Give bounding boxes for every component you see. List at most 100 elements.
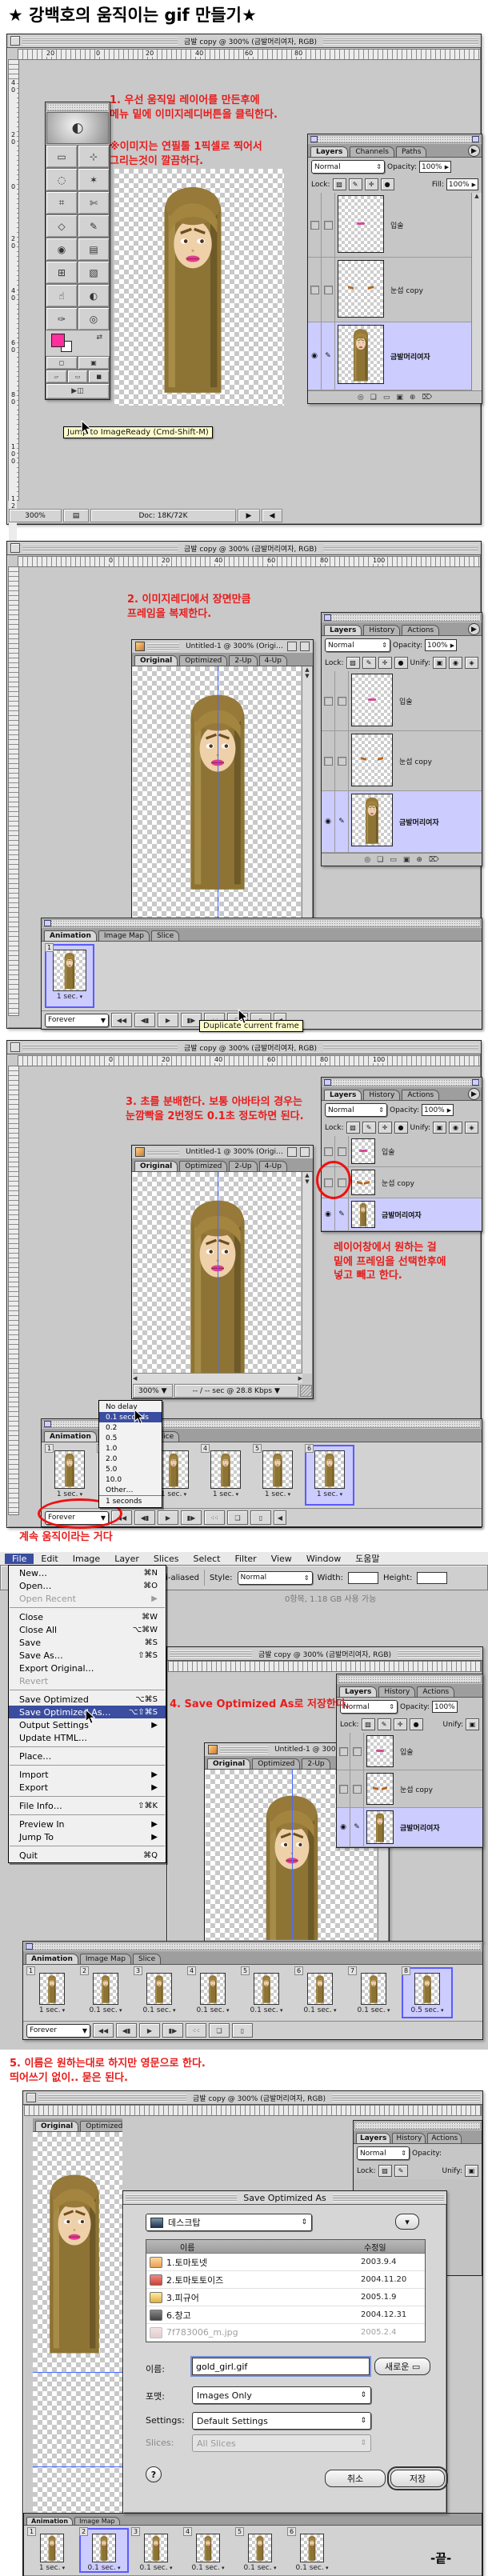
animation-frame[interactable]: 5 0.1 sec.: [241, 1967, 292, 2018]
filename-input[interactable]: [192, 2358, 370, 2375]
layer-row-brows[interactable]: 눈섭 copy: [322, 731, 482, 791]
palette-button-icon[interactable]: ▣: [403, 856, 410, 864]
tab-layers[interactable]: Layers: [356, 2133, 390, 2143]
frame-delay-select[interactable]: 1 sec.: [253, 1490, 302, 1498]
tab-4up[interactable]: 4-Up: [259, 1161, 287, 1171]
visibility-cell[interactable]: [322, 671, 335, 730]
delay-menu-item[interactable]: 1.0: [99, 1443, 162, 1454]
delay-menu-item[interactable]: 1 seconds: [99, 1495, 162, 1506]
style-select[interactable]: Normal⇕: [238, 1571, 313, 1585]
palette-drag-bar[interactable]: [354, 2122, 481, 2130]
swap-colors-icon[interactable]: ⇄: [96, 334, 102, 342]
file-menu-item[interactable]: Save As… ⇧⌘S: [9, 1649, 166, 1662]
layer-row-hair-selected[interactable]: ◉ ✎ 금발머리여자: [308, 322, 472, 390]
layer-name[interactable]: 금발머리여자: [378, 1198, 422, 1230]
tab-4up[interactable]: 4-Up: [259, 655, 287, 666]
menu-bar-item[interactable]: Edit: [34, 1554, 65, 1564]
palette-drag-bar[interactable]: [322, 614, 481, 622]
foreground-color-swatch[interactable]: [51, 334, 65, 347]
file-menu-item[interactable]: Export Original…: [9, 1662, 166, 1674]
file-menu-item[interactable]: Import ▶: [9, 1768, 166, 1781]
screen-mode-icon[interactable]: ▭: [67, 370, 89, 383]
layer-row-lips[interactable]: 입술: [337, 1733, 482, 1770]
frame-delay-select[interactable]: 1 sec.: [26, 2006, 78, 2014]
help-button[interactable]: ?: [146, 2466, 162, 2482]
file-menu-item[interactable]: Export ▶: [9, 1781, 166, 1794]
column-date[interactable]: 수정일: [364, 2241, 425, 2253]
screen-mode-icon[interactable]: ▱: [46, 370, 67, 383]
file-menu-item[interactable]: Update HTML…: [9, 1731, 166, 1744]
download-time-status[interactable]: -- / -- sec @ 28.8 Kbps ▼: [174, 1384, 298, 1398]
lock-transparency-icon[interactable]: ▨: [362, 1718, 375, 1730]
window-titlebar[interactable]: 금발 copy @ 300% (금발머리여자, RGB): [23, 2091, 482, 2105]
delete-frame-button[interactable]: ▯: [232, 2023, 253, 2038]
tab-history[interactable]: History: [378, 1686, 415, 1697]
zoom-box-icon[interactable]: [300, 642, 310, 651]
new-folder-button[interactable]: 새로운 ▭: [374, 2358, 430, 2375]
lock-paint-icon[interactable]: ✎: [394, 2165, 408, 2177]
palette-menu-icon[interactable]: ▶: [468, 623, 480, 635]
layer-row-hair-selected[interactable]: ◉ ✎ 금발머리여자: [337, 1808, 482, 1847]
play-button[interactable]: ▶: [158, 1510, 178, 1525]
animation-frame[interactable]: 5 1 sec.: [253, 1445, 302, 1506]
unify-visibility-icon[interactable]: ◉: [449, 657, 462, 669]
layer-row-brows[interactable]: 눈섭 copy: [337, 1770, 482, 1808]
file-menu-item[interactable]: Preview In ▶: [9, 1818, 166, 1830]
menu-bar-item[interactable]: Image: [66, 1554, 107, 1564]
link-cell[interactable]: [322, 258, 335, 322]
animation-frame[interactable]: 1 1 sec.: [45, 944, 94, 1008]
lock-all-icon[interactable]: ●: [381, 178, 394, 190]
palette-drag-bar[interactable]: [338, 1675, 482, 1683]
blend-mode-select[interactable]: Normal⇕: [311, 160, 385, 174]
delay-menu-item[interactable]: No delay: [99, 1402, 162, 1412]
delete-frame-button[interactable]: ▯: [250, 1510, 271, 1525]
visibility-cell[interactable]: ◉: [322, 1198, 335, 1230]
lock-all-icon[interactable]: ●: [394, 657, 408, 669]
layer-name[interactable]: 금발머리여자: [386, 322, 430, 390]
file-menu-item[interactable]: New… ⌘N: [9, 1566, 166, 1579]
cancel-button[interactable]: 취소: [325, 2470, 386, 2487]
lock-transparency-icon[interactable]: ▨: [378, 2165, 392, 2177]
animation-frame[interactable]: 1 1 sec.: [26, 1967, 78, 2018]
lock-transparency-icon[interactable]: ▨: [333, 178, 346, 190]
tab-image-map[interactable]: Image Map: [74, 2517, 119, 2525]
tab-original[interactable]: Original: [35, 2121, 78, 2131]
tab-original[interactable]: Original: [134, 1161, 178, 1171]
dialog-titlebar[interactable]: Save Optimized As: [123, 2191, 446, 2205]
unify-position-icon[interactable]: ▣: [433, 657, 446, 669]
layer-name[interactable]: 입술: [378, 1136, 395, 1166]
visibility-cell[interactable]: [322, 731, 335, 790]
animation-frame[interactable]: 7 0.1 sec.: [348, 1967, 399, 2018]
loop-select[interactable]: Forever▼: [26, 2024, 90, 2038]
animation-frame[interactable]: 1 1 sec.: [45, 1445, 94, 1506]
zoom-level-field[interactable]: 300%: [9, 509, 62, 522]
delay-menu-item[interactable]: 10.0: [99, 1474, 162, 1485]
horizontal-scrollbar[interactable]: ◀▶: [133, 1373, 302, 1383]
tool-icon[interactable]: ✶: [78, 168, 110, 191]
fill-value[interactable]: 100%▶: [446, 178, 478, 190]
blend-mode-select[interactable]: Normal⇕: [325, 638, 390, 652]
tool-icon[interactable]: ✎: [78, 214, 110, 238]
file-menu-item[interactable]: [10, 1814, 165, 1815]
frame-delay-select[interactable]: 0.1 sec.: [79, 2564, 129, 2572]
tab-layers[interactable]: Layers: [324, 625, 362, 635]
page-preview-icon[interactable]: ▤: [63, 509, 89, 522]
palette-menu-icon[interactable]: ▶: [468, 1088, 480, 1100]
frame-delay-select[interactable]: 0.1 sec.: [348, 2006, 399, 2014]
tab-original[interactable]: Original: [207, 1758, 250, 1769]
document-canvas[interactable]: [133, 666, 301, 935]
menu-bar-item[interactable]: Window: [299, 1554, 348, 1564]
palette-menu-icon[interactable]: ▶: [468, 145, 480, 157]
animation-frame[interactable]: 3 0.1 sec.: [131, 2528, 181, 2573]
frame-delay-select[interactable]: 0.5 sec.: [402, 2006, 453, 2014]
frame-delay-select[interactable]: 0.1 sec.: [134, 2006, 185, 2014]
document-canvas[interactable]: [33, 2132, 122, 2548]
frame-delay-select[interactable]: 1 sec.: [45, 1490, 94, 1498]
shortcuts-button[interactable]: ▾: [395, 2214, 419, 2230]
tool-icon[interactable]: ◎: [78, 307, 110, 330]
visibility-cell[interactable]: [308, 258, 322, 322]
layer-name[interactable]: 눈섭 copy: [386, 258, 423, 322]
file-menu-item[interactable]: Open Recent ▶: [9, 1592, 166, 1605]
blend-mode-select[interactable]: Normal⇕: [357, 2146, 410, 2160]
file-menu-item[interactable]: [10, 1607, 165, 1608]
